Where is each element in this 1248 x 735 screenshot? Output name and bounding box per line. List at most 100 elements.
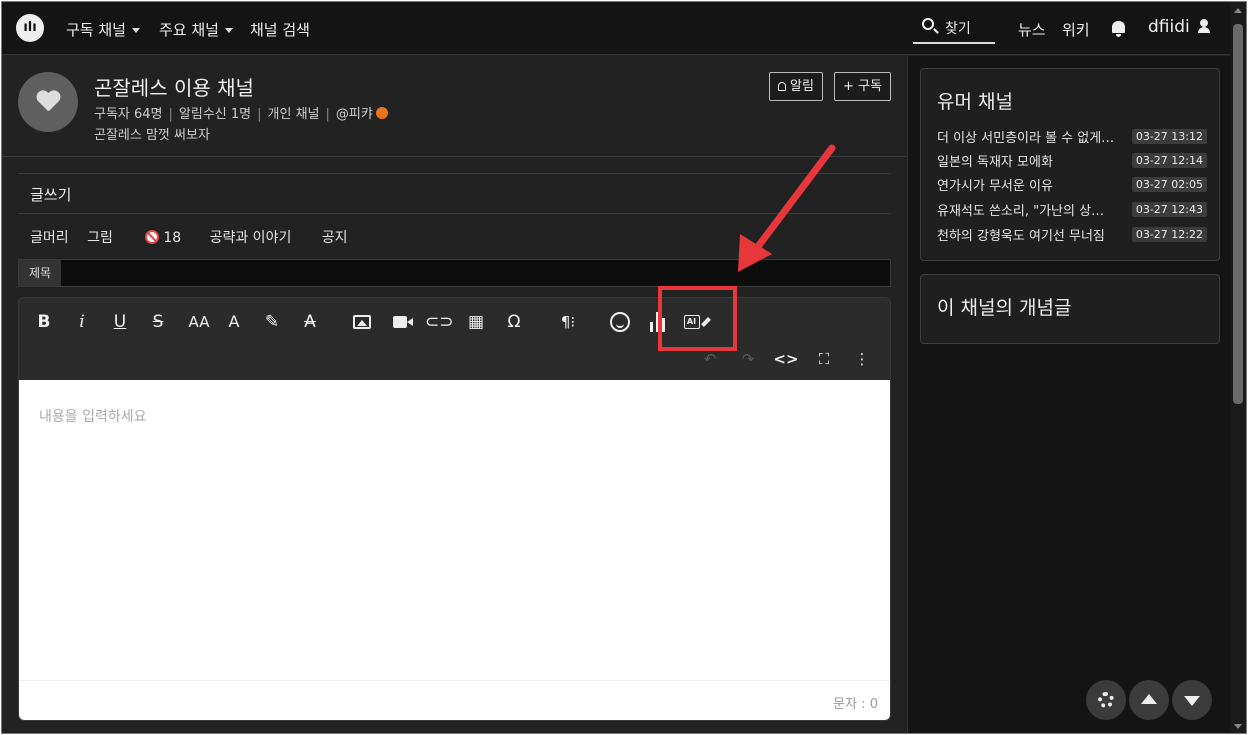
paragraph-button[interactable]: ¶⁝ xyxy=(553,310,583,334)
arrow-up-icon xyxy=(1141,694,1157,704)
verified-badge-icon xyxy=(375,107,388,119)
gear-icon xyxy=(1098,692,1114,708)
chevron-down-icon xyxy=(224,28,233,33)
category-item[interactable]: 그림 xyxy=(87,227,113,247)
nav-wiki[interactable]: 위키 xyxy=(1062,19,1090,40)
clear-format-icon[interactable]: A xyxy=(297,310,323,334)
user-icon[interactable] xyxy=(1197,19,1211,33)
notify-button[interactable]: 알림 xyxy=(769,72,823,101)
page-scrollbar[interactable] xyxy=(1230,2,1246,733)
category-item[interactable]: 공지 xyxy=(322,227,348,247)
subscriber-count: 구독자 64명 xyxy=(94,107,163,122)
post-title: 유재석도 쓴소리, "가난의 상… xyxy=(937,204,1105,219)
channel-meta: 구독자 64명 | 알림수신 1명 | 개인 채널 | @피캬 xyxy=(94,103,388,122)
italic-button[interactable]: i xyxy=(69,310,95,334)
char-count: 문자 : 0 xyxy=(833,697,878,712)
post-title: 연가시가 무서운 이유 xyxy=(937,179,1053,194)
nav-label: 구독 채널 xyxy=(66,21,126,39)
search-button[interactable]: 찾기 xyxy=(913,12,995,44)
channel-avatar xyxy=(18,72,78,132)
settings-button[interactable] xyxy=(1086,680,1126,720)
notify-count: 알림수신 1명 xyxy=(178,107,252,122)
category-item[interactable]: 공략과 이야기 xyxy=(210,227,292,247)
insert-video-button[interactable] xyxy=(389,310,415,334)
chevron-down-icon xyxy=(131,28,140,33)
highlight-icon[interactable]: ✎ xyxy=(259,310,285,334)
subscribe-button[interactable]: + 구독 xyxy=(834,72,891,101)
editor-content-area[interactable]: 내용을 입력하세요 xyxy=(19,380,890,680)
list-item[interactable]: 유재석도 쓴소리, "가난의 상… 03-27 12:43 xyxy=(937,200,1207,220)
image-icon xyxy=(353,315,371,329)
channel-owner[interactable]: @피캬 xyxy=(336,107,373,122)
category-item[interactable]: 글머리 xyxy=(30,227,69,247)
divider: | xyxy=(257,107,262,122)
browser-frame: ılı 구독 채널 주요 채널 채널 검색 찾기 뉴스 위키 dfiidi 곤잘… xyxy=(1,1,1247,734)
subject-label: 제목 xyxy=(19,260,61,286)
nav-main-channels[interactable]: 주요 채널 xyxy=(159,19,233,40)
divider: | xyxy=(168,107,173,122)
more-options-button[interactable]: ⋮ xyxy=(849,347,875,371)
special-char-button[interactable]: Ω xyxy=(501,310,527,334)
scroll-bottom-button[interactable] xyxy=(1172,680,1212,720)
text-color-icon[interactable]: A xyxy=(221,310,247,334)
card-title[interactable]: 이 채널의 개념글 xyxy=(937,293,1071,320)
top-nav: ılı 구독 채널 주요 채널 채널 검색 찾기 뉴스 위키 dfiidi xyxy=(2,2,1246,55)
post-time: 03-27 02:05 xyxy=(1131,177,1207,192)
no-entry-icon xyxy=(145,230,160,244)
site-logo-icon[interactable]: ılı xyxy=(16,14,44,42)
notify-label: 알림 xyxy=(790,79,814,94)
post-title: 천하의 강형욱도 여기선 무너짐 xyxy=(937,229,1105,244)
concept-posts-card: 이 채널의 개념글 xyxy=(920,274,1220,344)
rich-text-editor: B i U S AA A ✎ A ⊂⊃ ▦ Ω ¶⁝ AI ↶ ↷ <> ⛶ ⋮… xyxy=(18,297,891,721)
annotation-arrow-icon xyxy=(738,144,836,272)
nav-news[interactable]: 뉴스 xyxy=(1018,19,1046,40)
bell-icon[interactable] xyxy=(1112,21,1125,37)
humor-channel-card: 유머 채널 더 이상 서민층이라 볼 수 없게… 03-27 13:12 일본의 … xyxy=(920,68,1220,261)
post-time: 03-27 12:43 xyxy=(1131,202,1207,217)
link-icon[interactable]: ⊂⊃ xyxy=(425,310,454,334)
table-icon[interactable]: ▦ xyxy=(463,310,489,334)
nav-subscribed-channels[interactable]: 구독 채널 xyxy=(66,19,140,40)
list-item[interactable]: 일본의 독재자 모에화 03-27 12:14 xyxy=(937,151,1207,171)
bold-button[interactable]: B xyxy=(31,310,57,334)
bell-icon xyxy=(778,82,786,91)
video-icon xyxy=(393,316,413,328)
code-view-button[interactable]: <> xyxy=(773,347,799,371)
highlight-box xyxy=(658,286,737,351)
post-title: 더 이상 서민층이라 볼 수 없게… xyxy=(937,131,1115,146)
scroll-top-button[interactable] xyxy=(1129,680,1169,720)
redo-icon[interactable]: ↷ xyxy=(735,347,761,371)
search-icon xyxy=(922,18,934,30)
category-adult[interactable]: 18 xyxy=(145,230,181,246)
divider: | xyxy=(325,107,330,122)
font-size-button[interactable]: AA xyxy=(181,310,217,334)
strikethrough-button[interactable]: S xyxy=(145,310,171,334)
arrow-down-icon xyxy=(1184,696,1200,706)
nav-channel-search[interactable]: 채널 검색 xyxy=(250,19,310,40)
list-item[interactable]: 연가시가 무서운 이유 03-27 02:05 xyxy=(937,175,1207,195)
post-time: 03-27 12:22 xyxy=(1131,227,1207,242)
scroll-down-icon[interactable] xyxy=(1234,724,1242,729)
username[interactable]: dfiidi xyxy=(1148,17,1190,37)
fullscreen-icon[interactable]: ⛶ xyxy=(811,347,837,371)
editor-toolbar: B i U S AA A ✎ A ⊂⊃ ▦ Ω ¶⁝ AI ↶ ↷ <> ⛶ ⋮ xyxy=(19,298,890,380)
category-label: 18 xyxy=(163,230,182,246)
sidebar: 유머 채널 더 이상 서민층이라 볼 수 없게… 03-27 13:12 일본의 … xyxy=(907,56,1230,733)
channel-description: 곤잘레스 맘껏 써보자 xyxy=(94,128,210,143)
underline-button[interactable]: U xyxy=(107,310,133,334)
list-item[interactable]: 천하의 강형욱도 여기선 무너짐 03-27 12:22 xyxy=(937,225,1207,245)
card-title[interactable]: 유머 채널 xyxy=(937,87,1013,114)
channel-title[interactable]: 곤잘레스 이용 채널 xyxy=(94,72,254,101)
scroll-up-icon[interactable] xyxy=(1234,8,1242,13)
editor-placeholder: 내용을 입력하세요 xyxy=(39,409,147,425)
list-item[interactable]: 더 이상 서민층이라 볼 수 없게… 03-27 13:12 xyxy=(937,127,1207,147)
insert-image-button[interactable] xyxy=(349,310,375,334)
emoji-button[interactable] xyxy=(607,310,633,334)
smile-icon xyxy=(610,312,630,332)
search-label: 찾기 xyxy=(945,21,971,37)
nav-label: 주요 채널 xyxy=(159,21,219,39)
channel-type: 개인 채널 xyxy=(267,107,320,122)
post-time: 03-27 13:12 xyxy=(1131,129,1207,144)
heart-icon xyxy=(36,91,60,113)
scrollbar-thumb[interactable] xyxy=(1233,24,1243,404)
